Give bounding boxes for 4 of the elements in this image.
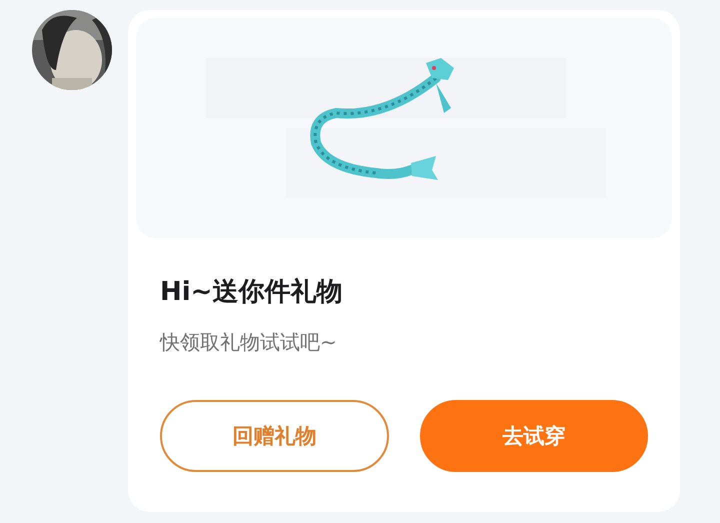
message-title: Hi~送你件礼物 (160, 276, 344, 309)
return-gift-button[interactable]: 回赠礼物 (160, 400, 388, 472)
try-on-button[interactable]: 去试穿 (420, 400, 648, 472)
message-subtitle: 快领取礼物试试吧~ (160, 329, 338, 356)
